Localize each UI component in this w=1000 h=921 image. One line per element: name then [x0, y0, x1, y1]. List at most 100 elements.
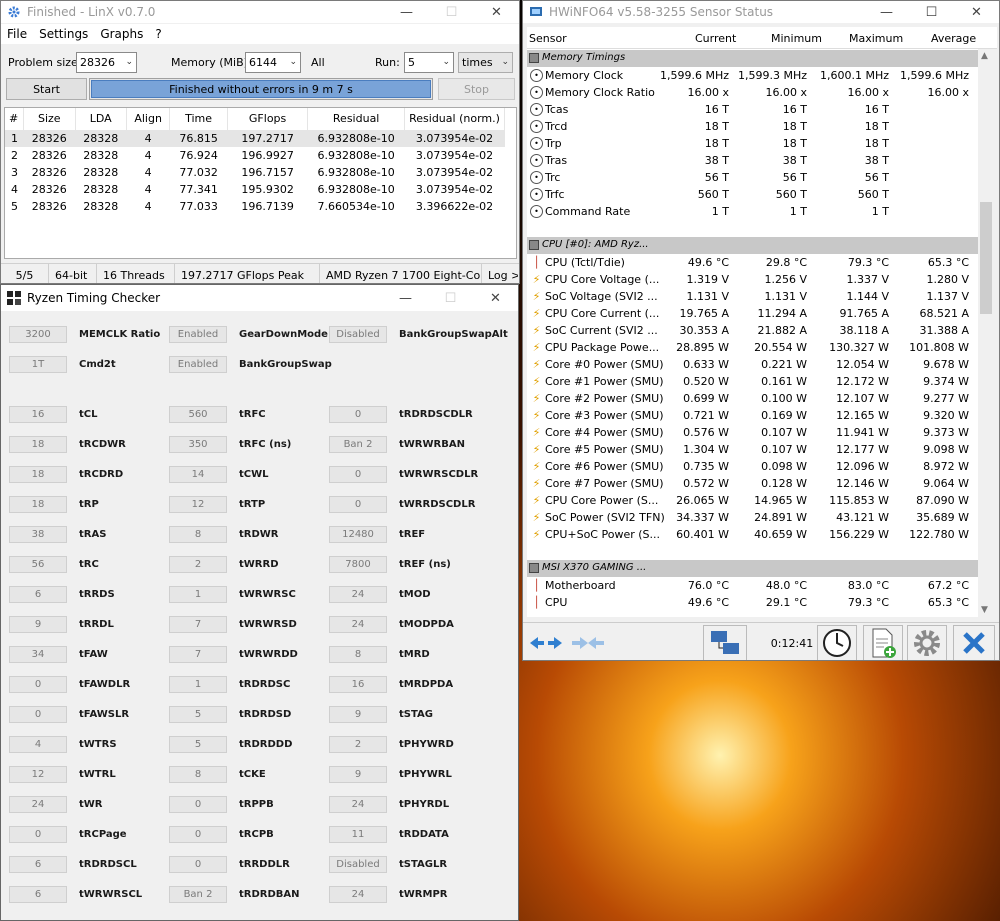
- sensor-row[interactable]: ⚡ SoC Power (SVI2 TFN) 34.337 W 24.891 W 43.…: [527, 509, 978, 526]
- scroll-up-icon[interactable]: ▲: [981, 51, 988, 61]
- sensor-row[interactable]: ⚡ CPU+SoC Power (S... 60.401 W 40.659 W 156.…: [527, 526, 978, 543]
- table-row[interactable]: 3 28326 28328 4 77.032 196.7157 6.932808e-10 3.…: [5, 164, 505, 181]
- col-align[interactable]: Align: [126, 108, 171, 131]
- clock-icon[interactable]: [817, 625, 857, 660]
- sensor-row[interactable]: • Trc 56 T 56 T 56 T: [527, 169, 978, 186]
- linx-title: Finished - LinX v0.7.0: [27, 5, 156, 19]
- col-sensor[interactable]: Sensor: [529, 32, 567, 45]
- timing-value: Disabled: [329, 326, 387, 343]
- clock-sensor-icon: •: [530, 86, 543, 99]
- timing-label: tWRRDSCDLR: [399, 499, 476, 510]
- run-combo[interactable]: 5 ⌄: [404, 52, 454, 73]
- sensor-row[interactable]: │ CPU (Tctl/Tdie) 49.6 °C 29.8 °C 79.3 °C 65.…: [527, 254, 978, 271]
- sensor-group-header[interactable]: Memory Timings: [527, 50, 978, 67]
- sensor-row[interactable]: ⚡ CPU Package Powe... 28.895 W 20.554 W 130.…: [527, 339, 978, 356]
- scroll-thumb[interactable]: [980, 202, 992, 314]
- menu-help[interactable]: ?: [149, 24, 167, 44]
- sensor-row[interactable]: ⚡ Core #7 Power (SMU) 0.572 W 0.128 W 12.146…: [527, 475, 978, 492]
- sensor-row[interactable]: ⚡ CPU Core Current (... 19.765 A 11.294 A 91…: [527, 305, 978, 322]
- col-time[interactable]: Time: [169, 108, 228, 131]
- sensor-row[interactable]: │ CPU 49.6 °C 29.1 °C 79.3 °C 65.3 °C: [527, 594, 978, 611]
- log-button[interactable]: Log >: [482, 264, 518, 283]
- start-button[interactable]: Start: [6, 78, 87, 100]
- sensor-scrollbar[interactable]: ▲ ▼: [978, 49, 994, 617]
- all-label[interactable]: All: [311, 56, 325, 69]
- sensor-row[interactable]: ⚡ Core #6 Power (SMU) 0.735 W 0.098 W 12.096…: [527, 458, 978, 475]
- sensor-row[interactable]: • Memory Clock 1,599.6 MHz 1,599.3 MHz 1,600…: [527, 67, 978, 84]
- table-row[interactable]: 5 28326 28328 4 77.033 196.7139 7.660534e-10 3.…: [5, 198, 505, 215]
- sensor-name: Tcas: [545, 103, 569, 116]
- col-average[interactable]: Average: [931, 32, 976, 45]
- gear-icon[interactable]: [907, 625, 947, 660]
- sensor-row[interactable]: • Tras 38 T 38 T 38 T: [527, 152, 978, 169]
- close-button[interactable]: ✕: [954, 1, 999, 23]
- problem-size-combo[interactable]: 28326 ⌄: [76, 52, 137, 73]
- timing-value: 0: [169, 856, 227, 873]
- timing-label: tRCDWR: [79, 439, 126, 450]
- sensor-row[interactable]: ⚡ Core #5 Power (SMU) 1.304 W 0.107 W 12.177…: [527, 441, 978, 458]
- add-report-icon[interactable]: [863, 625, 903, 660]
- sensor-row[interactable]: ⚡ CPU Core Power (S... 26.065 W 14.965 W 115…: [527, 492, 978, 509]
- maximize-button[interactable]: ☐: [909, 1, 954, 23]
- timing-label: tWRWRSC: [239, 589, 296, 600]
- sensor-row[interactable]: ⚡ Core #1 Power (SMU) 0.520 W 0.161 W 12.172…: [527, 373, 978, 390]
- col-size[interactable]: Size: [23, 108, 76, 131]
- sensor-row[interactable]: ⚡ Core #3 Power (SMU) 0.721 W 0.169 W 12.165…: [527, 407, 978, 424]
- col-maximum[interactable]: Maximum: [849, 32, 903, 45]
- sensor-row[interactable]: • Tcas 16 T 16 T 16 T: [527, 101, 978, 118]
- sensor-row[interactable]: ⚡ Core #4 Power (SMU) 0.576 W 0.107 W 11.941…: [527, 424, 978, 441]
- nav-left-right-icon[interactable]: [525, 625, 567, 660]
- sensor-row[interactable]: ⚡ Core #2 Power (SMU) 0.699 W 0.100 W 12.107…: [527, 390, 978, 407]
- minimize-button[interactable]: —: [864, 1, 909, 23]
- menu-settings[interactable]: Settings: [33, 24, 94, 44]
- sensor-row[interactable]: ⚡ CPU Core Voltage (... 1.319 V 1.256 V 1.33…: [527, 271, 978, 288]
- nav-collapse-icon[interactable]: [567, 625, 609, 660]
- sensor-value-av: 9.277 W: [923, 392, 969, 405]
- col-lda[interactable]: LDA: [75, 108, 128, 131]
- close-icon[interactable]: [953, 625, 995, 660]
- minimize-button[interactable]: —: [384, 1, 429, 23]
- sensor-value-mn: 1.256 V: [764, 273, 807, 286]
- sensor-name: Memory Clock Ratio: [545, 86, 655, 99]
- sensor-row[interactable]: • Trp 18 T 18 T 18 T: [527, 135, 978, 152]
- times-combo[interactable]: times ⌄: [458, 52, 513, 73]
- table-cell: 6.932808e-10: [317, 149, 395, 162]
- timing-label: tRRDS: [79, 589, 115, 600]
- col-residual[interactable]: Residual: [307, 108, 406, 131]
- maximize-button[interactable]: ☐: [429, 1, 474, 23]
- table-row[interactable]: 1 28326 28328 4 76.815 197.2717 6.932808e-10 3.…: [5, 130, 505, 147]
- chip-icon: [529, 563, 539, 573]
- memory-combo[interactable]: 6144 ⌄: [245, 52, 301, 73]
- table-cell: 3: [11, 166, 18, 179]
- sensor-group-header[interactable]: CPU [#0]: AMD Ryz...: [527, 237, 978, 254]
- timing-label: tWRWRDD: [239, 649, 298, 660]
- menu-file[interactable]: File: [1, 24, 33, 44]
- clock-sensor-icon: •: [530, 137, 543, 150]
- col-gflops[interactable]: GFlops: [227, 108, 309, 131]
- col-num[interactable]: #: [5, 108, 25, 131]
- sensor-group-header[interactable]: MSI X370 GAMING ...: [527, 560, 978, 577]
- scroll-down-icon[interactable]: ▼: [981, 605, 988, 615]
- stop-button[interactable]: Stop: [438, 78, 515, 100]
- sensor-row[interactable]: ⚡ SoC Current (SVI2 ... 30.353 A 21.882 A 38…: [527, 322, 978, 339]
- chip-icon: [529, 53, 539, 63]
- sensor-list: Memory Timings • Memory Clock 1,599.6 MHz 1,…: [527, 49, 978, 617]
- sensor-row[interactable]: ⚡ Core #0 Power (SMU) 0.633 W 0.221 W 12.054…: [527, 356, 978, 373]
- sensor-row[interactable]: • Trfc 560 T 560 T 560 T: [527, 186, 978, 203]
- sensor-value-av: 1,599.6 MHz: [899, 69, 969, 82]
- menu-graphs[interactable]: Graphs: [94, 24, 149, 44]
- sensor-row[interactable]: • Trcd 18 T 18 T 18 T: [527, 118, 978, 135]
- close-button[interactable]: ✕: [474, 1, 519, 23]
- sensor-row[interactable]: • Command Rate 1 T 1 T 1 T: [527, 203, 978, 220]
- table-row[interactable]: 4 28326 28328 4 77.341 195.9302 6.932808e-10 3.…: [5, 181, 505, 198]
- sensor-row[interactable]: │ Motherboard 76.0 °C 48.0 °C 83.0 °C 67.2 °C: [527, 577, 978, 594]
- sensor-row[interactable]: ⚡ SoC Voltage (SVI2 ... 1.131 V 1.131 V 1.14…: [527, 288, 978, 305]
- sensor-row[interactable]: • Memory Clock Ratio 16.00 x 16.00 x 16.00 x…: [527, 84, 978, 101]
- sensor-value-mx: 56 T: [864, 171, 889, 184]
- sensor-value-av: 101.808 W: [909, 341, 969, 354]
- col-residual-norm[interactable]: Residual (norm.): [404, 108, 505, 131]
- network-icon[interactable]: [703, 625, 747, 660]
- col-minimum[interactable]: Minimum: [771, 32, 822, 45]
- table-row[interactable]: 2 28326 28328 4 76.924 196.9927 6.932808e-10 3.…: [5, 147, 505, 164]
- col-current[interactable]: Current: [695, 32, 736, 45]
